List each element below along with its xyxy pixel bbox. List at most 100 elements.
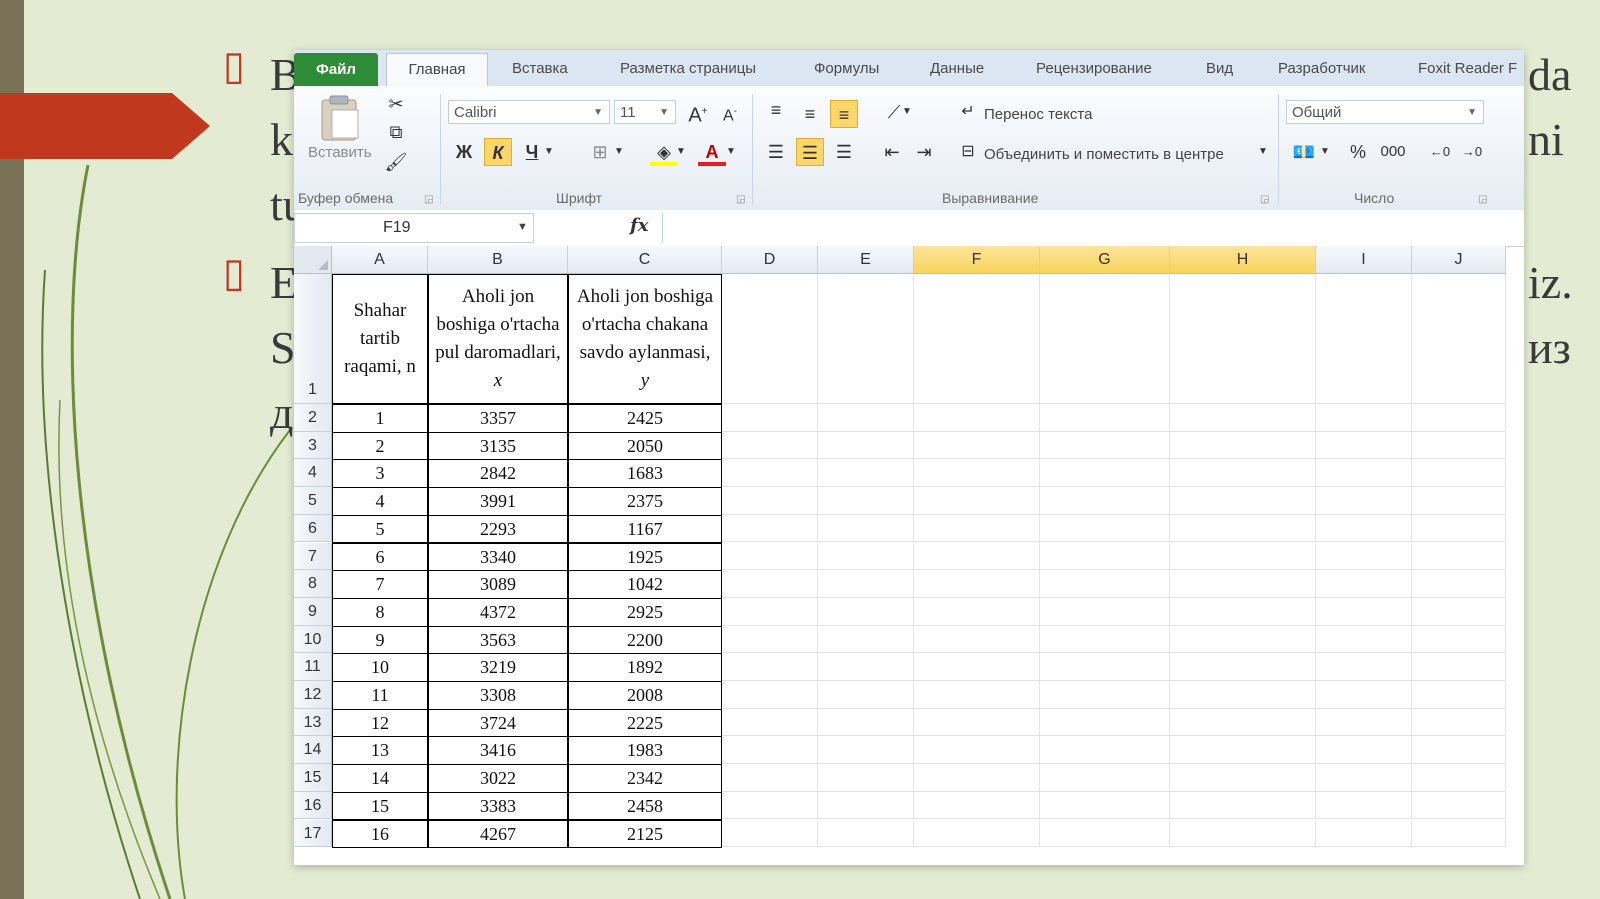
data-cell[interactable]: 2293 [428, 514, 568, 544]
empty-cell[interactable] [1040, 404, 1170, 432]
cut-icon[interactable]: ✂ [382, 90, 410, 118]
row-header[interactable]: 11 [294, 653, 332, 681]
row-header[interactable]: 4 [294, 459, 332, 488]
empty-cell[interactable] [1412, 404, 1506, 432]
empty-cell[interactable] [1170, 736, 1316, 765]
empty-cell[interactable] [818, 597, 914, 626]
empty-cell[interactable] [1412, 274, 1506, 404]
copy-icon[interactable]: ⧉ [382, 118, 410, 146]
data-cell[interactable]: 1 [332, 404, 428, 433]
empty-cell[interactable] [722, 459, 818, 488]
row-header[interactable]: 2 [294, 404, 332, 432]
underline-dropdown-icon[interactable]: ▼ [542, 138, 556, 166]
empty-cell[interactable] [914, 681, 1040, 709]
data-cell[interactable]: 4 [332, 487, 428, 516]
row-header[interactable]: 5 [294, 487, 332, 515]
empty-cell[interactable] [1170, 570, 1316, 598]
data-cell[interactable]: 2342 [568, 764, 722, 793]
comma-style-button[interactable]: 000 [1376, 138, 1410, 166]
row-header[interactable]: 13 [294, 708, 332, 737]
data-cell[interactable]: 5 [332, 514, 428, 544]
fill-color-dropdown-icon[interactable]: ▼ [674, 138, 688, 166]
column-header-i[interactable]: I [1316, 246, 1412, 274]
empty-cell[interactable] [1170, 459, 1316, 488]
data-cell[interactable]: 3219 [428, 653, 568, 682]
empty-cell[interactable] [1316, 653, 1412, 681]
empty-cell[interactable] [1170, 625, 1316, 654]
empty-cell[interactable] [818, 764, 914, 792]
data-cell[interactable]: 2458 [568, 791, 722, 821]
data-cell[interactable]: 2375 [568, 487, 722, 516]
data-cell[interactable]: 14 [332, 764, 428, 793]
borders-dropdown-icon[interactable]: ▼ [612, 138, 626, 166]
empty-cell[interactable] [1170, 681, 1316, 709]
column-header-f[interactable]: F [914, 246, 1040, 274]
select-all-corner[interactable] [294, 246, 332, 274]
empty-cell[interactable] [1412, 542, 1506, 571]
empty-cell[interactable] [1316, 791, 1412, 820]
header-cell-income[interactable]: Aholi jon boshiga o'rtacha pul daromadla… [428, 274, 568, 404]
row-header[interactable]: 12 [294, 681, 332, 709]
data-cell[interactable]: 2008 [568, 681, 722, 710]
data-cell[interactable]: 2 [332, 431, 428, 461]
tab-view[interactable]: Вид [1206, 60, 1233, 77]
empty-cell[interactable] [1412, 819, 1506, 848]
data-cell[interactable]: 1683 [568, 459, 722, 489]
empty-cell[interactable] [722, 708, 818, 737]
empty-cell[interactable] [818, 404, 914, 432]
empty-cell[interactable] [1412, 625, 1506, 654]
empty-cell[interactable] [1170, 274, 1316, 404]
empty-cell[interactable] [914, 597, 1040, 626]
empty-cell[interactable] [722, 764, 818, 792]
empty-cell[interactable] [722, 404, 818, 432]
tab-home[interactable]: Главная [386, 53, 488, 87]
empty-cell[interactable] [1040, 570, 1170, 598]
data-cell[interactable]: 2842 [428, 459, 568, 489]
data-cell[interactable]: 3340 [428, 542, 568, 572]
row-header[interactable]: 3 [294, 431, 332, 460]
row-header[interactable]: 9 [294, 597, 332, 626]
empty-cell[interactable] [914, 653, 1040, 681]
data-cell[interactable]: 1042 [568, 570, 722, 599]
empty-cell[interactable] [1040, 487, 1170, 515]
align-left-icon[interactable]: ☰ [762, 138, 790, 166]
empty-cell[interactable] [1412, 459, 1506, 488]
empty-cell[interactable] [1412, 431, 1506, 460]
tab-file[interactable]: Файл [294, 53, 378, 86]
data-cell[interactable]: 3022 [428, 764, 568, 793]
increase-indent-icon[interactable]: ⇥ [910, 138, 938, 166]
empty-cell[interactable] [1170, 431, 1316, 460]
orientation-dropdown-icon[interactable]: ▼ [900, 98, 914, 126]
data-cell[interactable]: 3563 [428, 625, 568, 655]
empty-cell[interactable] [1170, 819, 1316, 848]
empty-cell[interactable] [1040, 708, 1170, 737]
data-cell[interactable]: 9 [332, 625, 428, 655]
data-cell[interactable]: 15 [332, 791, 428, 821]
empty-cell[interactable] [914, 542, 1040, 571]
row-header[interactable]: 17 [294, 819, 332, 848]
empty-cell[interactable] [914, 708, 1040, 737]
align-center-icon[interactable]: ☰ [796, 138, 824, 166]
data-cell[interactable]: 7 [332, 570, 428, 599]
empty-cell[interactable] [1316, 764, 1412, 792]
data-cell[interactable]: 12 [332, 708, 428, 738]
column-header-h[interactable]: H [1170, 246, 1316, 274]
empty-cell[interactable] [818, 570, 914, 598]
column-header-a[interactable]: A [332, 246, 428, 274]
empty-cell[interactable] [1316, 708, 1412, 737]
empty-cell[interactable] [818, 625, 914, 654]
paste-button[interactable]: Вставить [300, 90, 378, 180]
data-cell[interactable]: 3724 [428, 708, 568, 738]
font-name-select[interactable]: Calibri ▼ [448, 100, 610, 124]
empty-cell[interactable] [1170, 514, 1316, 543]
header-cell-retail-turnover[interactable]: Aholi jon boshiga o'rtacha chakana savdo… [568, 274, 722, 404]
empty-cell[interactable] [914, 274, 1040, 404]
empty-cell[interactable] [1040, 653, 1170, 681]
tab-insert[interactable]: Вставка [512, 60, 568, 77]
data-cell[interactable]: 3991 [428, 487, 568, 516]
empty-cell[interactable] [1316, 736, 1412, 765]
tab-data[interactable]: Данные [930, 60, 984, 77]
wrap-text-icon[interactable]: ↵ [954, 98, 982, 126]
empty-cell[interactable] [914, 736, 1040, 765]
empty-cell[interactable] [1316, 625, 1412, 654]
